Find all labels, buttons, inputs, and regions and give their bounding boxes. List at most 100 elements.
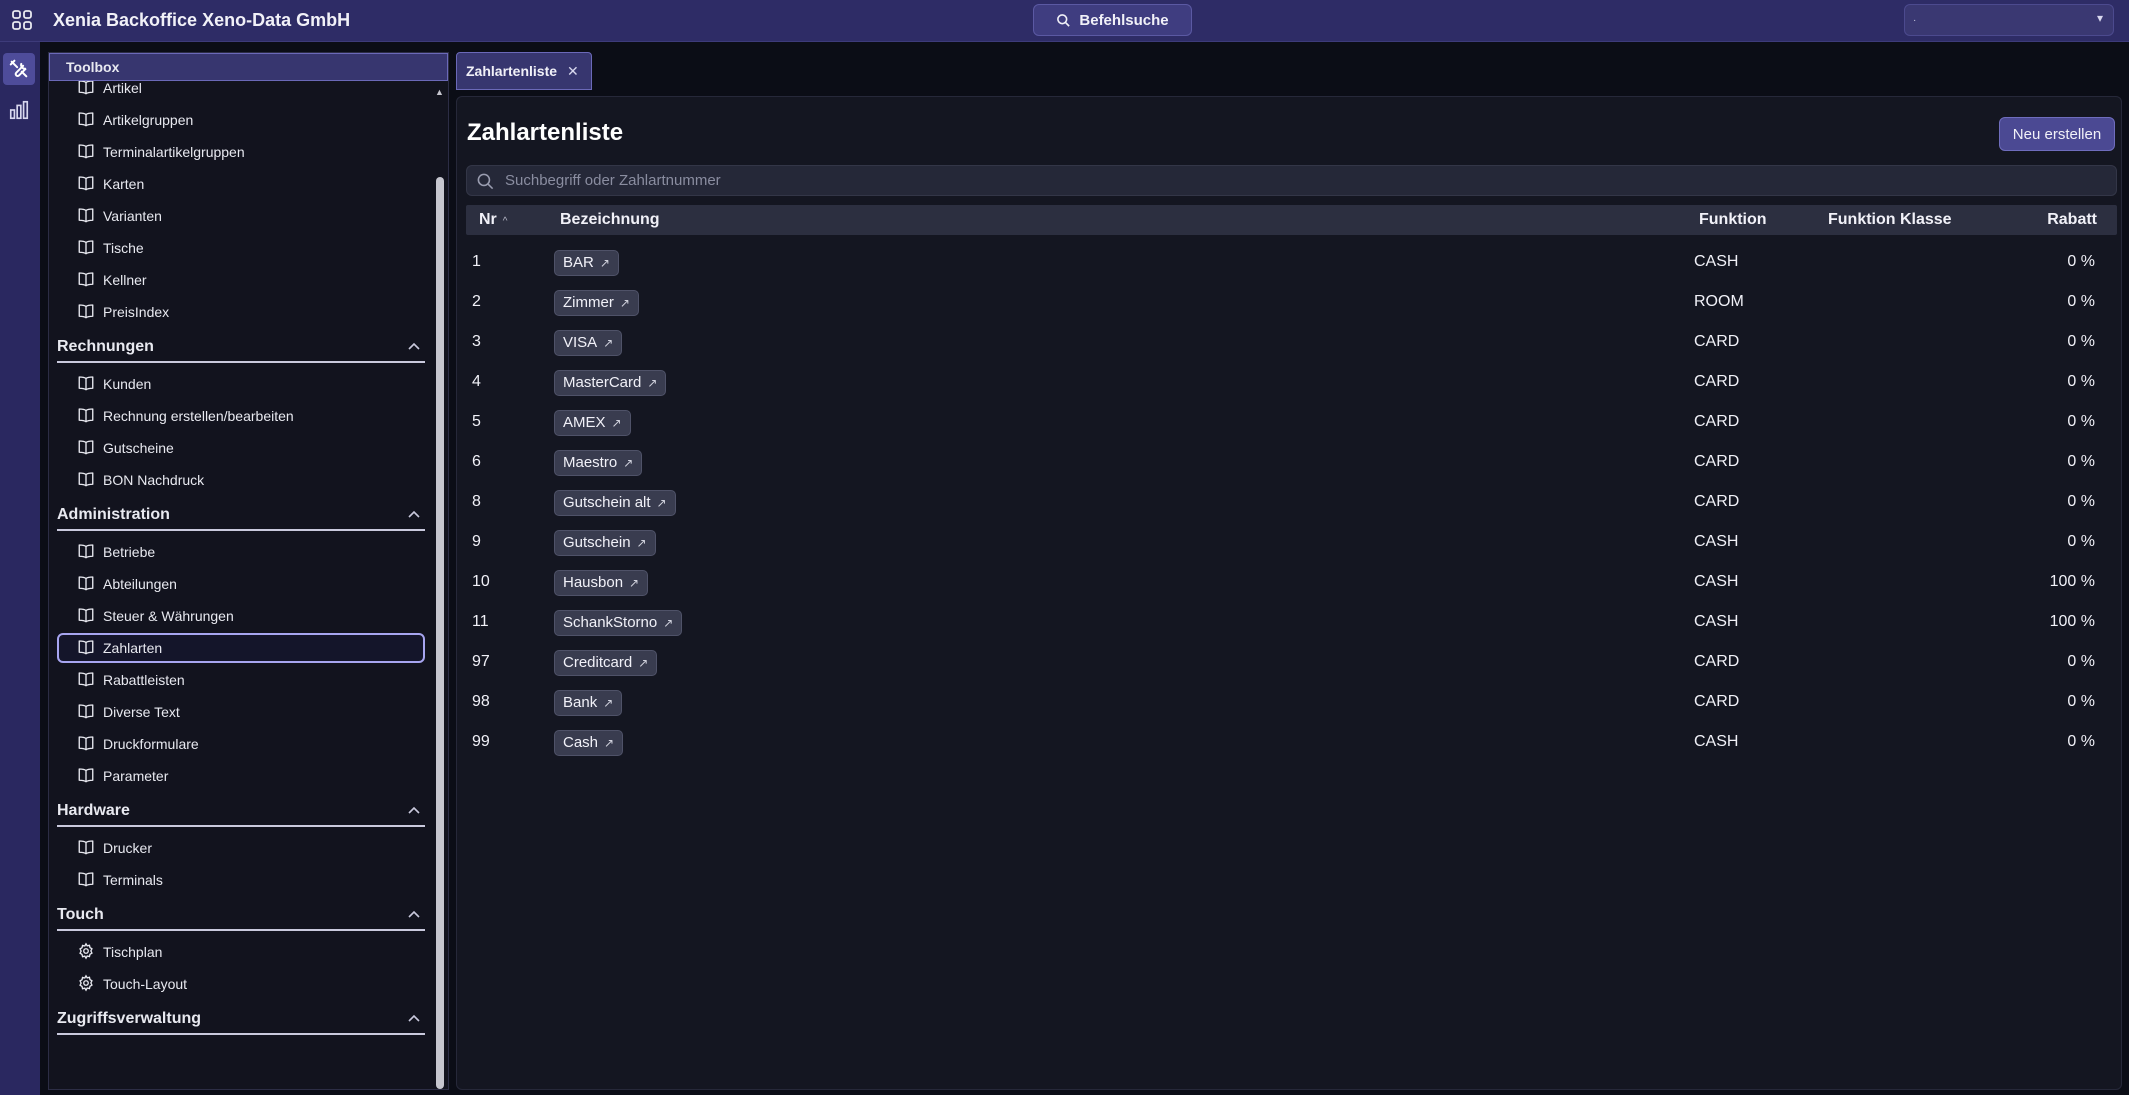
sidebar-item-artikel[interactable]: Artikel: [57, 81, 425, 103]
sidebar-item-diverse-text[interactable]: Diverse Text: [57, 697, 425, 727]
book-icon: [77, 574, 95, 595]
book-icon: [77, 406, 95, 427]
sidebar-item-label: Diverse Text: [103, 704, 180, 720]
sidebar-item-parameter[interactable]: Parameter: [57, 761, 425, 791]
scroll-up-arrow-icon[interactable]: ▲: [435, 87, 444, 97]
bezeichnung-label: Gutschein alt: [563, 494, 651, 511]
sidebar-item-bon-nachdruck[interactable]: BON Nachdruck: [57, 465, 425, 495]
sidebar-item-label: PreisIndex: [103, 304, 170, 320]
sidebar-item-druckformulare[interactable]: Druckformulare: [57, 729, 425, 759]
tab-zahlartenliste[interactable]: Zahlartenliste ✕: [456, 52, 592, 90]
sidebar-item-zahlarten[interactable]: Zahlarten: [57, 633, 425, 663]
external-link-icon: ↗: [599, 256, 610, 270]
table-row[interactable]: 11 SchankStorno ↗ CASH 100 %: [466, 602, 2117, 642]
sidebar-item-terminals[interactable]: Terminals: [57, 865, 425, 895]
section-header-hardware[interactable]: Hardware: [57, 797, 425, 827]
column-header-nr[interactable]: Nr ^: [479, 205, 507, 235]
chevron-up-icon: [407, 506, 421, 524]
sidebar-item-abteilungen[interactable]: Abteilungen: [57, 569, 425, 599]
bezeichnung-link[interactable]: BAR ↗: [554, 250, 619, 276]
cell-nr: 9: [472, 533, 481, 550]
sidebar-item-artikelgruppen[interactable]: Artikelgruppen: [57, 105, 425, 135]
sidebar-item-karten[interactable]: Karten: [57, 169, 425, 199]
table-row[interactable]: 5 AMEX ↗ CARD 0 %: [466, 402, 2117, 442]
column-header-funktion-klasse[interactable]: Funktion Klasse: [1828, 205, 1952, 235]
column-header-rabatt[interactable]: Rabatt: [2047, 205, 2097, 235]
sidebar-item-kellner[interactable]: Kellner: [57, 265, 425, 295]
table-row[interactable]: 8 Gutschein alt ↗ CARD 0 %: [466, 482, 2117, 522]
column-header-funktion[interactable]: Funktion: [1699, 205, 1767, 235]
new-button[interactable]: Neu erstellen: [1999, 117, 2115, 151]
sidebar-item-tische[interactable]: Tische: [57, 233, 425, 263]
toolbox-scrollbar[interactable]: ▲ ▼: [432, 81, 448, 1089]
sidebar-item-steuer-w-hrungen[interactable]: Steuer & Währungen: [57, 601, 425, 631]
bezeichnung-link[interactable]: Gutschein alt ↗: [554, 490, 676, 516]
sidebar-item-tischplan[interactable]: Tischplan: [57, 937, 425, 967]
left-rail: [0, 42, 40, 1095]
cell-rabatt: 0 %: [2067, 373, 2095, 390]
sidebar-item-gutscheine[interactable]: Gutscheine: [57, 433, 425, 463]
sidebar-item-label: Artikel: [103, 81, 142, 96]
section-header-touch[interactable]: Touch: [57, 901, 425, 931]
sidebar-item-terminalartikelgruppen[interactable]: Terminalartikelgruppen: [57, 137, 425, 167]
section-header-administration[interactable]: Administration: [57, 501, 425, 531]
toolbox-scroll-area[interactable]: Artikel Artikelgruppen Terminalartikelgrup…: [49, 81, 431, 1089]
table-row[interactable]: 3 VISA ↗ CARD 0 %: [466, 322, 2117, 362]
tools-icon: [9, 59, 28, 78]
bezeichnung-link[interactable]: AMEX ↗: [554, 410, 631, 436]
table-row[interactable]: 1 BAR ↗ CASH 0 %: [466, 242, 2117, 282]
scroll-down-arrow-icon[interactable]: ▼: [435, 1077, 444, 1087]
command-search-button[interactable]: Befehlsuche: [1033, 4, 1192, 36]
statistics-rail-button[interactable]: [3, 94, 35, 126]
table-row[interactable]: 4 MasterCard ↗ CARD 0 %: [466, 362, 2117, 402]
bezeichnung-link[interactable]: MasterCard ↗: [554, 370, 667, 396]
bezeichnung-link[interactable]: Hausbon ↗: [554, 570, 649, 596]
external-link-icon: ↗: [611, 416, 622, 430]
search-input[interactable]: [505, 166, 2105, 195]
cell-funktion: CARD: [1694, 653, 1740, 670]
column-header-bezeichnung[interactable]: Bezeichnung: [560, 205, 660, 235]
bezeichnung-link[interactable]: Creditcard ↗: [554, 650, 658, 676]
toolbox-rail-button[interactable]: [3, 53, 35, 85]
section-header-rechnungen[interactable]: Rechnungen: [57, 333, 425, 363]
table-row[interactable]: 6 Maestro ↗ CARD 0 %: [466, 442, 2117, 482]
cell-funktion: ROOM: [1694, 293, 1744, 310]
sidebar-item-varianten[interactable]: Varianten: [57, 201, 425, 231]
external-link-icon: ↗: [638, 656, 649, 670]
cell-nr: 1: [472, 253, 481, 270]
sidebar-item-preisindex[interactable]: PreisIndex: [57, 297, 425, 327]
column-header-nr-label: Nr: [479, 211, 497, 228]
table-row[interactable]: 10 Hausbon ↗ CASH 100 %: [466, 562, 2117, 602]
bezeichnung-link[interactable]: Maestro ↗: [554, 450, 643, 476]
bezeichnung-link[interactable]: Cash ↗: [554, 730, 624, 756]
sidebar-item-drucker[interactable]: Drucker: [57, 833, 425, 863]
sidebar-item-kunden[interactable]: Kunden: [57, 369, 425, 399]
section-header-zugriff[interactable]: Zugriffsverwaltung: [57, 1005, 425, 1035]
table-row[interactable]: 99 Cash ↗ CASH 0 %: [466, 722, 2117, 762]
cell-nr: 5: [472, 413, 481, 430]
bezeichnung-link[interactable]: Gutschein ↗: [554, 530, 656, 556]
book-icon: [77, 470, 95, 491]
toolbox-scroll-thumb[interactable]: [436, 177, 444, 1089]
table-row[interactable]: 98 Bank ↗ CARD 0 %: [466, 682, 2117, 722]
apps-grid-icon[interactable]: [10, 8, 34, 32]
table-row[interactable]: 9 Gutschein ↗ CASH 0 %: [466, 522, 2117, 562]
bezeichnung-link[interactable]: SchankStorno ↗: [554, 610, 683, 636]
close-icon[interactable]: ✕: [567, 63, 579, 80]
company-select[interactable]: · ▾: [1904, 4, 2114, 36]
search-field[interactable]: [466, 165, 2117, 196]
table-row[interactable]: 97 Creditcard ↗ CARD 0 %: [466, 642, 2117, 682]
external-link-icon: ↗: [603, 336, 614, 350]
sidebar-item-label: Varianten: [103, 208, 162, 224]
sidebar-item-betriebe[interactable]: Betriebe: [57, 537, 425, 567]
cell-rabatt: 0 %: [2067, 653, 2095, 670]
sidebar-item-rabattleisten[interactable]: Rabattleisten: [57, 665, 425, 695]
bezeichnung-link[interactable]: Zimmer ↗: [554, 290, 639, 316]
table-row[interactable]: 2 Zimmer ↗ ROOM 0 %: [466, 282, 2117, 322]
sidebar-item-rechnung-erstellen-bearbeiten[interactable]: Rechnung erstellen/bearbeiten: [57, 401, 425, 431]
bezeichnung-link[interactable]: VISA ↗: [554, 330, 623, 356]
sidebar-item-touch-layout[interactable]: Touch-Layout: [57, 969, 425, 999]
cell-rabatt: 100 %: [2049, 613, 2095, 630]
bezeichnung-link[interactable]: Bank ↗: [554, 690, 623, 716]
external-link-icon: ↗: [603, 696, 614, 710]
